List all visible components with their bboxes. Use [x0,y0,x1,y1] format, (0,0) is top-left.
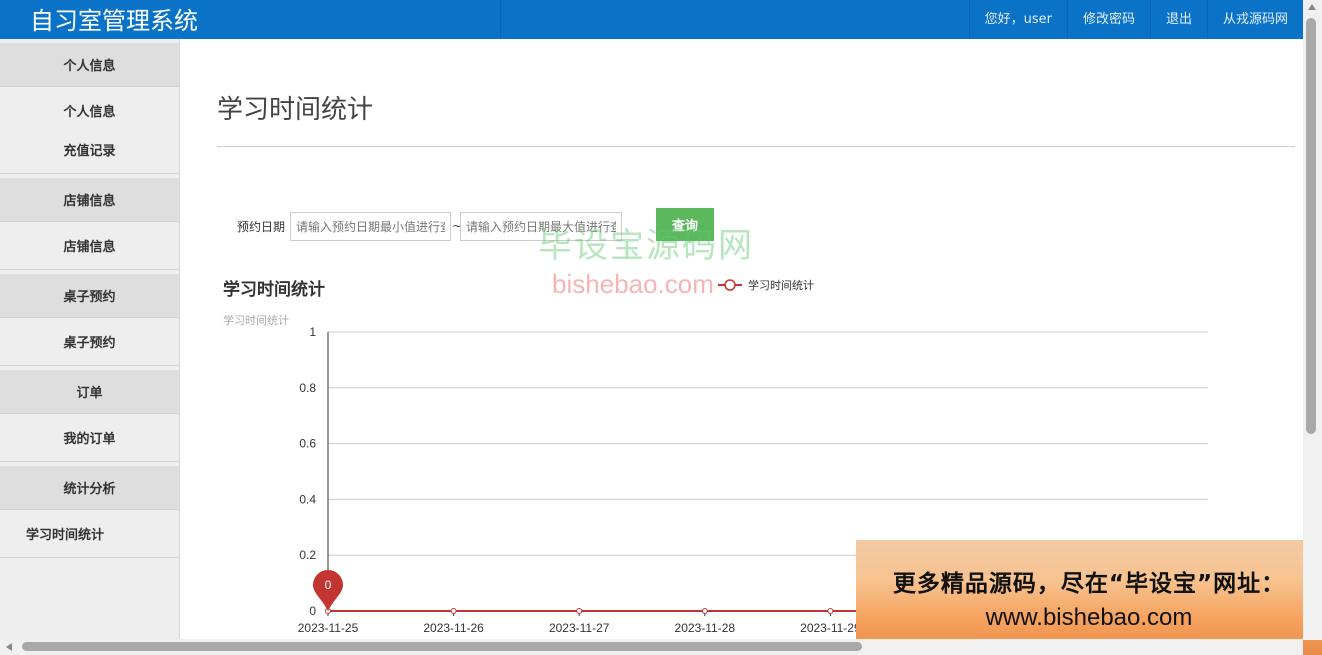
scroll-left-arrow-icon[interactable] [6,643,12,651]
max-marker-label: 0 [325,578,332,592]
x-tick-label: 2023-11-26 [423,621,484,635]
y-tick-label: 0.4 [299,492,316,506]
data-point [701,608,708,614]
chart-y-axis-name: 学习时间统计 [223,313,289,327]
y-tick-label: 0.8 [299,381,316,395]
x-tick-label: 2023-11-27 [549,621,610,635]
data-point [450,608,457,614]
data-point [827,608,834,614]
x-tick-label: 2023-11-25 [298,621,359,635]
y-tick-label: 0.6 [299,437,316,451]
chart-grid [328,331,1208,556]
y-tick-label: 0.2 [299,548,316,562]
y-tick-label: 1 [309,325,316,339]
legend-marker-icon [724,279,736,291]
x-tick-label: 2023-11-29 [800,621,861,635]
horizontal-scrollbar-thumb[interactable] [22,642,862,651]
x-tick-label: 2023-11-28 [675,621,736,635]
chart-title-group: 学习时间统计 学习时间统计 [223,279,325,327]
promo-line-2: www.bishebao.com [985,603,1193,631]
promo-line-1: 更多精品源码，尽在“毕设宝”网址： [892,570,1286,597]
watermark-en: bishebao.com [552,269,714,299]
legend-label: 学习时间统计 [748,278,814,292]
chart-legend[interactable]: 学习时间统计 [718,278,814,292]
chart-title: 学习时间统计 [223,279,325,300]
watermark-cn: 毕设宝源码网 [538,226,754,266]
vertical-scrollbar-thumb[interactable] [1306,18,1316,434]
promo-banner: 更多精品源码，尽在“毕设宝”网址： www.bishebao.com [856,540,1322,655]
scroll-up-arrow-icon[interactable] [1308,4,1316,10]
data-point [576,608,583,614]
y-tick-label: 0 [309,604,316,618]
